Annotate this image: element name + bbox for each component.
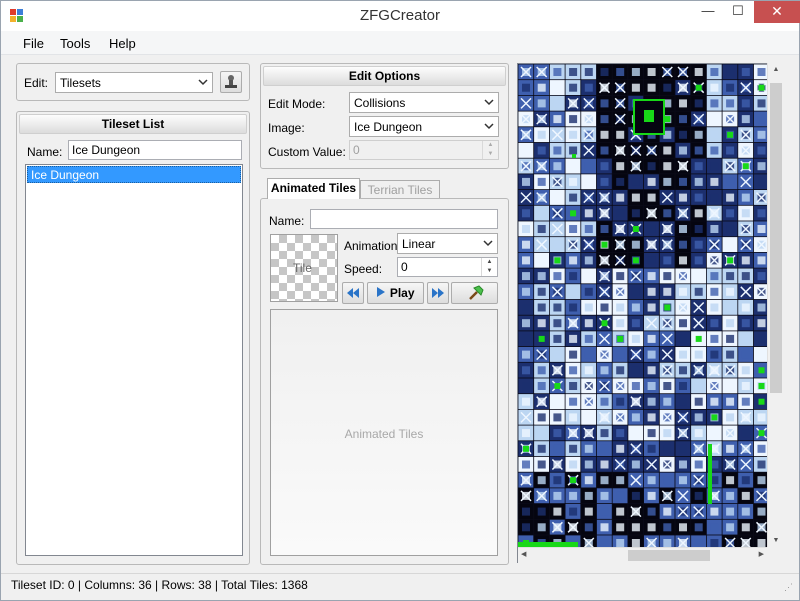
tileset-listbox[interactable]: Ice Dungeon (25, 164, 243, 556)
spin-buttons[interactable]: ▲ ▼ (481, 258, 497, 276)
list-item[interactable]: Ice Dungeon (27, 166, 241, 183)
play-icon (377, 287, 386, 297)
scroll-down-icon[interactable]: ▼ (768, 537, 784, 544)
chevron-down-icon (483, 237, 493, 247)
status-bar: Tileset ID: 0 | Columns: 36 | Rows: 38 |… (1, 573, 799, 600)
edit-options-panel: Edit Options Edit Mode: Collisions Image… (260, 63, 509, 169)
custom-value-label: Custom Value: (268, 145, 346, 159)
stamp-icon (225, 75, 237, 88)
minimize-button[interactable]: — (693, 1, 723, 23)
menu-file[interactable]: File (23, 36, 44, 51)
tab-animated-tiles[interactable]: Animated Tiles (267, 178, 360, 199)
edit-type-value: Tilesets (60, 76, 101, 90)
scroll-left-icon[interactable]: ◀ (521, 550, 526, 558)
stamp-button[interactable] (220, 71, 242, 93)
play-button[interactable]: Play (367, 282, 424, 304)
scroll-corner (767, 547, 784, 563)
speed-stepper[interactable]: 0 ▲ ▼ (397, 257, 498, 277)
horizontal-scroll-thumb[interactable] (628, 550, 710, 561)
edit-mode-label: Edit Mode: (268, 97, 326, 111)
resize-grip-icon[interactable]: ⋰ (784, 582, 793, 593)
tab-terrian-tiles[interactable]: Terrian Tiles (360, 180, 440, 200)
rewind-button[interactable] (342, 282, 364, 304)
animated-tiles-list[interactable]: Animated Tiles (270, 309, 498, 556)
hammer-icon (468, 285, 484, 300)
fast-forward-button[interactable] (427, 282, 449, 304)
scroll-up-icon[interactable]: ▲ (768, 66, 784, 73)
edit-label: Edit: (24, 76, 49, 90)
horizontal-scrollbar[interactable]: ◀ ▶ (518, 547, 767, 563)
maximize-button[interactable]: ☐ (723, 1, 753, 23)
spin-buttons[interactable]: ▲ ▼ (482, 141, 498, 159)
animated-name-input[interactable] (310, 209, 498, 229)
chevron-down-icon (484, 120, 494, 130)
tileset-list-panel: Tileset List Name: Ice Dungeon Ice Dunge… (16, 111, 250, 565)
edit-mode-dropdown[interactable]: Collisions (349, 92, 499, 113)
edit-selector-panel: Edit: Tilesets (16, 63, 250, 101)
tileset-name-label: Name: (27, 145, 63, 159)
scroll-right-icon[interactable]: ▶ (759, 550, 764, 558)
tileset-image-view[interactable] (517, 63, 784, 563)
tile-preview[interactable]: Tile (270, 234, 338, 302)
animation-dropdown[interactable]: Linear (397, 233, 498, 254)
image-label: Image: (268, 121, 305, 135)
animated-tiles-placeholder: Animated Tiles (344, 427, 424, 441)
status-text: Tileset ID: 0 | Columns: 36 | Rows: 38 |… (11, 578, 308, 592)
tileset-name-input[interactable]: Ice Dungeon (68, 140, 242, 160)
close-button[interactable]: ✕ (754, 1, 800, 23)
animated-tiles-page: Name: Tile Animation: Linear Speed: 0 ▲ ▼ (260, 198, 509, 565)
tileset-list-header: Tileset List (19, 114, 247, 134)
edit-type-dropdown[interactable]: Tilesets (55, 72, 213, 93)
tileset-image[interactable] (518, 64, 784, 563)
hammer-button[interactable] (451, 282, 498, 304)
animation-label: Animation: (344, 239, 401, 253)
vertical-scroll-thumb[interactable] (770, 83, 782, 393)
app-window: ZFGCreator — ☐ ✕ File Tools Help Edit: T… (0, 0, 800, 601)
rewind-icon (347, 288, 359, 298)
custom-value-stepper[interactable]: 0 ▲ ▼ (349, 140, 499, 160)
image-dropdown[interactable]: Ice Dungeon (349, 116, 499, 137)
chevron-down-icon (198, 76, 208, 86)
fast-forward-icon (432, 288, 444, 298)
speed-label: Speed: (344, 262, 383, 276)
edit-options-header: Edit Options (263, 66, 506, 86)
menu-help[interactable]: Help (109, 36, 136, 51)
menu-tools[interactable]: Tools (60, 36, 90, 51)
vertical-scrollbar[interactable]: ▲ ▼ (767, 63, 784, 547)
chevron-down-icon (484, 96, 494, 106)
window-title: ZFGCreator (359, 7, 440, 24)
animated-name-label: Name: (269, 214, 305, 228)
menu-bar: File Tools Help (1, 31, 799, 55)
title-bar[interactable]: ZFGCreator — ☐ ✕ (1, 1, 800, 31)
